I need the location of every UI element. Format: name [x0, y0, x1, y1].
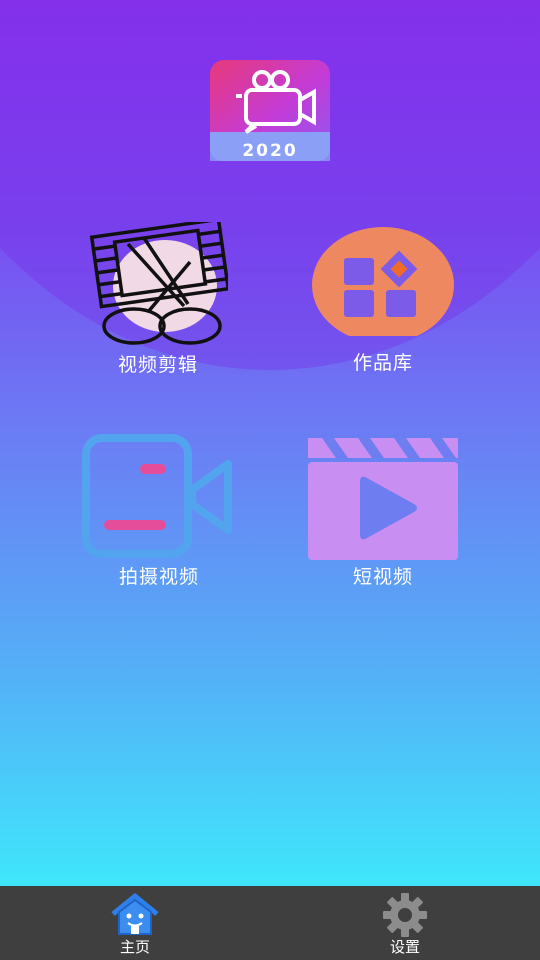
nav-home-label: 主页 — [119, 938, 150, 956]
video-edit-button[interactable]: 视频剪辑 — [88, 222, 228, 376]
short-video-button[interactable]: 短视频 — [306, 434, 460, 590]
record-video-label: 拍摄视频 — [118, 566, 199, 588]
bottom-navigation: 主页 设置 — [0, 886, 540, 960]
video-edit-label: 视频剪辑 — [117, 354, 198, 376]
film-scissors-icon — [89, 222, 228, 345]
background-blob — [0, 0, 540, 370]
clapperboard-play-icon — [308, 438, 458, 560]
short-video-label: 短视频 — [352, 566, 413, 588]
video-camera-icon — [82, 434, 232, 558]
nav-settings-label: 设置 — [389, 938, 420, 956]
logo-year: 2020 — [242, 141, 297, 161]
gear-icon — [383, 893, 427, 937]
nav-settings-tab[interactable]: 设置 — [345, 886, 465, 960]
grid-icon — [312, 227, 454, 336]
home-icon — [111, 893, 159, 935]
gallery-label: 作品库 — [352, 352, 413, 374]
nav-home-tab[interactable]: 主页 — [75, 886, 195, 960]
app-logo: 2020 — [210, 60, 330, 161]
record-video-button[interactable]: 拍摄视频 — [82, 434, 236, 590]
gallery-button[interactable]: 作品库 — [310, 226, 456, 376]
